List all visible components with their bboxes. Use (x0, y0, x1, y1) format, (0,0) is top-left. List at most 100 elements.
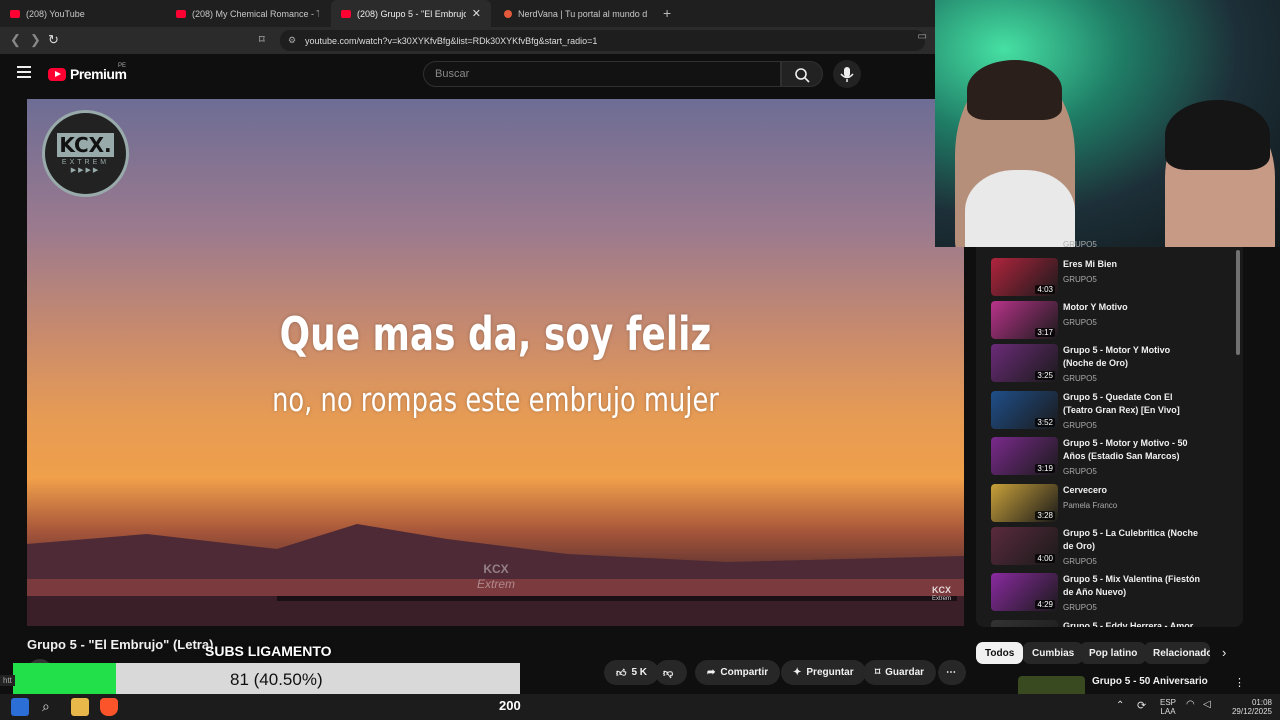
playlist-item[interactable]: 4:00 Grupo 5 - La Culebritica (Noche de O… (991, 527, 1221, 567)
dislike-button[interactable]: 👎︎ (655, 660, 687, 685)
next-video-thumbnail[interactable] (1018, 676, 1085, 694)
share-button[interactable]: ➦ Compartir (695, 660, 781, 685)
menu-icon[interactable] (17, 66, 31, 78)
voice-search-button[interactable] (833, 60, 861, 88)
more-icon: ⋯ (946, 667, 956, 678)
reload-icon[interactable]: ↻ (48, 32, 59, 48)
tab-youtube-home[interactable]: (208) YouTube (0, 0, 166, 27)
playlist-item[interactable]: 3:25 Grupo 5 - Motor Y Motivo (Noche de O… (991, 344, 1221, 384)
search-icon[interactable]: ⌕ (42, 698, 60, 716)
brave-browser-icon[interactable] (100, 698, 118, 716)
next-video-title[interactable]: Grupo 5 - 50 Aniversario (1092, 676, 1208, 687)
tab-el-embrujo[interactable]: (208) Grupo 5 - "El Embrujo" (Le ✕ (331, 0, 491, 27)
video-thumbnail[interactable]: 4:29 (991, 573, 1058, 611)
close-icon[interactable]: ✕ (472, 7, 481, 20)
new-tab-icon[interactable]: + (663, 5, 671, 21)
browser-toolbar: ❮ ❯ ↻ ⌑ ⚙ youtube.com/watch?v=k30XYKfvBf… (0, 27, 935, 54)
youtube-icon (48, 67, 66, 81)
region-code: PE (118, 63, 127, 69)
youtube-premium-logo[interactable]: Premium PE (48, 63, 127, 82)
chip-cumbias[interactable]: Cumbias (1023, 642, 1084, 664)
chip-relacionados[interactable]: Relacionados (1144, 642, 1210, 664)
more-actions-button[interactable]: ⋯ (938, 660, 966, 685)
webcam-feed (935, 0, 1280, 247)
playlist-item[interactable]: 4:03 Eres Mi Bien GRUPO5 (991, 258, 1221, 298)
wifi-icon[interactable]: ◠ (1186, 699, 1195, 710)
subs-goal-bar: 81 (40.50%) (13, 663, 520, 694)
playlist-item-channel: Pamela Franco (1063, 501, 1118, 510)
sync-icon[interactable]: ⟳ (1137, 699, 1146, 712)
tab-nerdvana[interactable]: NerdVana | Tu portal al mundo del A (494, 0, 657, 27)
watermark-arrows: ▶▶▶▶ (70, 167, 101, 174)
video-player[interactable]: KCX. EXTREM ▶▶▶▶ Que mas da, soy feliz n… (27, 99, 964, 626)
more-vertical-icon[interactable]: ⋮ (1234, 676, 1245, 689)
chevron-up-icon[interactable]: ⌃ (1116, 700, 1124, 711)
chip-pop-latino[interactable]: Pop latino (1080, 642, 1147, 664)
search-button[interactable] (781, 61, 823, 87)
share-label: Compartir (720, 667, 769, 678)
save-button[interactable]: ⌑ Guardar (863, 660, 937, 685)
playlist-item-channel: GRUPO5 (1063, 557, 1097, 566)
playlist-item[interactable]: 3:52 Grupo 5 - Quedate Con El (Teatro Gra… (991, 391, 1221, 431)
channel-watermark-logo: KCX. EXTREM ▶▶▶▶ (42, 110, 129, 197)
ask-button[interactable]: ✦ Preguntar (781, 660, 866, 685)
language-indicator[interactable]: ESP LAA (1160, 698, 1176, 716)
status-url: htt (0, 675, 15, 686)
playlist-item-title: Grupo 5 - Motor y Motivo - 50 Años (Esta… (1063, 438, 1188, 461)
video-thumbnail[interactable]: 4:03 (991, 258, 1058, 296)
thumbs-down-icon: 👎︎ (663, 667, 674, 679)
volume-icon[interactable]: ◁ (1203, 699, 1211, 710)
video-thumbnail[interactable]: 3:25 (991, 344, 1058, 382)
cast-icon[interactable]: ▭ (918, 31, 927, 42)
tab-title: (208) My Chemical Romance - The Gl (192, 8, 319, 19)
video-thumbnail[interactable]: 3:19 (991, 437, 1058, 475)
youtube-header: Premium PE Buscar (0, 54, 935, 98)
chip-todos[interactable]: Todos (976, 642, 1024, 664)
address-bar[interactable]: ⚙ youtube.com/watch?v=k30XYKfvBfg&list=R… (280, 30, 925, 51)
video-duration: 4:00 (1035, 554, 1055, 563)
lyric-line-2: no, no rompas este embrujo mujer (272, 380, 719, 419)
video-thumbnail[interactable]: 3:17 (991, 301, 1058, 339)
streamer-hair (967, 60, 1062, 120)
guest-hair (1165, 100, 1270, 170)
watermark-text: KCX. (57, 133, 114, 157)
thumbs-up-icon: 👍︎ (616, 667, 627, 679)
playlist-item[interactable]: 3:17 Motor Y Motivo GRUPO5 (991, 301, 1221, 341)
tab-title: (208) Grupo 5 - "El Embrujo" (Le (357, 8, 466, 19)
lyric-line-1: Que mas da, soy feliz (279, 307, 712, 361)
site-info-icon[interactable]: ⚙ (288, 35, 296, 46)
search-icon (795, 68, 810, 83)
youtube-icon (341, 9, 351, 18)
system-clock[interactable]: 01:08 29/12/2025 (1222, 698, 1272, 716)
outlook-icon[interactable] (11, 698, 29, 716)
like-button[interactable]: 👍︎ 5 K (604, 660, 660, 685)
url-text: youtube.com/watch?v=k30XYKfvBfg&list=RDk… (305, 35, 598, 46)
playlist-item[interactable]: Grupo 5 - Eddy Herrera - Amor (991, 620, 1221, 627)
overlay-counter: 200 (499, 698, 521, 713)
playlist-item-channel: GRUPO5 (1063, 240, 1097, 247)
video-duration: 3:19 (1035, 464, 1055, 473)
video-thumbnail[interactable]: 4:00 (991, 527, 1058, 565)
video-thumbnail[interactable] (991, 620, 1058, 627)
subs-goal-fill (13, 663, 116, 694)
file-explorer-icon[interactable] (71, 698, 89, 716)
streamer-shirt (965, 170, 1075, 247)
chevron-right-icon[interactable]: › (1222, 645, 1226, 660)
playlist-item[interactable]: 3:19 Grupo 5 - Motor y Motivo - 50 Años (… (991, 437, 1221, 477)
language-line-1: ESP (1160, 698, 1177, 707)
tab-my-chemical-romance[interactable]: (208) My Chemical Romance - The Gl (166, 0, 329, 27)
playlist-item-title: Grupo 5 - Eddy Herrera - Amor (1063, 621, 1194, 627)
video-thumbnail[interactable]: 3:52 (991, 391, 1058, 429)
search-input[interactable]: Buscar (423, 61, 781, 87)
bookmark-icon[interactable]: ⌑ (259, 33, 265, 46)
playlist-item[interactable]: 3:28 Cervecero Pamela Franco (991, 484, 1221, 524)
center-watermark-line-2: Extrem (477, 577, 516, 591)
video-thumbnail[interactable]: 3:28 (991, 484, 1058, 522)
forward-icon[interactable]: ❯ (30, 32, 41, 48)
playlist-item-channel: GRUPO5 (1063, 275, 1097, 284)
ask-label: Preguntar (806, 667, 854, 678)
playlist-item[interactable]: 4:29 Grupo 5 - Mix Valentina (Fiestón de … (991, 573, 1221, 613)
back-icon[interactable]: ❮ (10, 32, 21, 48)
playlist-item-title: Cervecero (1063, 485, 1108, 495)
playlist-scrollbar[interactable] (1236, 250, 1240, 355)
